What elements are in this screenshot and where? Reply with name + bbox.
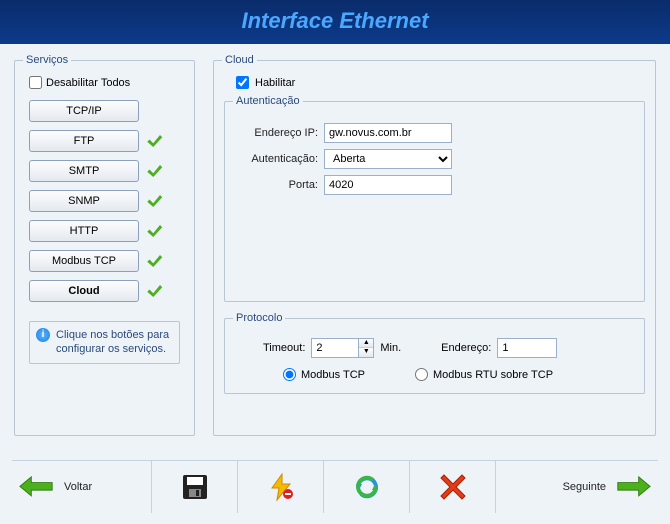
radio-modbus-tcp[interactable]: Modbus TCP xyxy=(283,368,365,381)
service-http-button[interactable]: HTTP xyxy=(29,220,139,242)
check-icon xyxy=(145,222,163,240)
radio-modbus-tcp-input[interactable] xyxy=(283,368,296,381)
service-smtp-button[interactable]: SMTP xyxy=(29,160,139,182)
disable-all-label: Desabilitar Todos xyxy=(46,77,130,89)
back-label: Voltar xyxy=(64,481,92,493)
auth-fieldset: Autenticação Endereço IP: Autenticação: … xyxy=(224,95,645,302)
services-fieldset: Serviços Desabilitar Todos TCP/IP FTP SM… xyxy=(14,54,195,436)
floppy-icon xyxy=(180,472,210,502)
service-modbus-tcp-button[interactable]: Modbus TCP xyxy=(29,250,139,272)
radio-modbus-rtu[interactable]: Modbus RTU sobre TCP xyxy=(415,368,553,381)
cloud-legend: Cloud xyxy=(222,54,257,66)
radio-modbus-rtu-input[interactable] xyxy=(415,368,428,381)
arrow-right-icon xyxy=(614,474,652,500)
disable-all-checkbox[interactable] xyxy=(29,76,42,89)
timeout-unit: Min. xyxy=(380,342,401,354)
page-title: Interface Ethernet xyxy=(0,0,670,44)
save-button[interactable] xyxy=(152,461,238,513)
cancel-button[interactable] xyxy=(410,461,496,513)
ip-input[interactable] xyxy=(324,123,452,143)
next-label: Seguinte xyxy=(563,481,606,493)
cloud-enable-label: Habilitar xyxy=(255,77,295,89)
check-icon xyxy=(145,162,163,180)
ip-label: Endereço IP: xyxy=(233,127,318,139)
protocol-legend: Protocolo xyxy=(233,312,285,324)
check-icon xyxy=(145,252,163,270)
refresh-button[interactable] xyxy=(324,461,410,513)
close-icon xyxy=(438,472,468,502)
addr-label: Endereço: xyxy=(441,342,491,354)
timeout-label: Timeout: xyxy=(263,342,305,354)
services-legend: Serviços xyxy=(23,54,71,66)
services-hint-text: Clique nos botões para configurar os ser… xyxy=(56,328,173,357)
service-snmp-button[interactable]: SNMP xyxy=(29,190,139,212)
services-hint: i Clique nos botões para configurar os s… xyxy=(29,321,180,364)
back-button[interactable]: Voltar xyxy=(12,461,152,513)
auth-select[interactable]: Aberta xyxy=(324,149,452,169)
auth-legend: Autenticação xyxy=(233,95,303,107)
cloud-fieldset: Cloud Habilitar Autenticação Endereço IP… xyxy=(213,54,656,436)
port-label: Porta: xyxy=(233,179,318,191)
info-icon: i xyxy=(36,328,50,342)
spinner-up-icon[interactable]: ▲ xyxy=(359,339,373,348)
port-input[interactable] xyxy=(324,175,452,195)
spinner-down-icon[interactable]: ▼ xyxy=(359,348,373,357)
protocol-fieldset: Protocolo Timeout: ▲ ▼ Min. Endereço: xyxy=(224,312,645,394)
addr-input[interactable] xyxy=(497,338,557,358)
timeout-input[interactable] xyxy=(312,339,358,357)
arrow-left-icon xyxy=(18,474,56,500)
check-icon xyxy=(145,192,163,210)
service-cloud-button[interactable]: Cloud xyxy=(29,280,139,302)
bolt-icon xyxy=(266,472,296,502)
check-icon xyxy=(145,132,163,150)
next-button[interactable]: Seguinte xyxy=(496,461,658,513)
check-icon xyxy=(145,282,163,300)
action-button[interactable] xyxy=(238,461,324,513)
auth-label: Autenticação: xyxy=(233,153,318,165)
bottom-toolbar: Voltar Seguinte xyxy=(12,460,658,512)
service-tcpip-button[interactable]: TCP/IP xyxy=(29,100,139,122)
timeout-spinner[interactable]: ▲ ▼ xyxy=(311,338,374,358)
service-ftp-button[interactable]: FTP xyxy=(29,130,139,152)
refresh-icon xyxy=(352,472,382,502)
cloud-enable-checkbox[interactable] xyxy=(236,76,249,89)
